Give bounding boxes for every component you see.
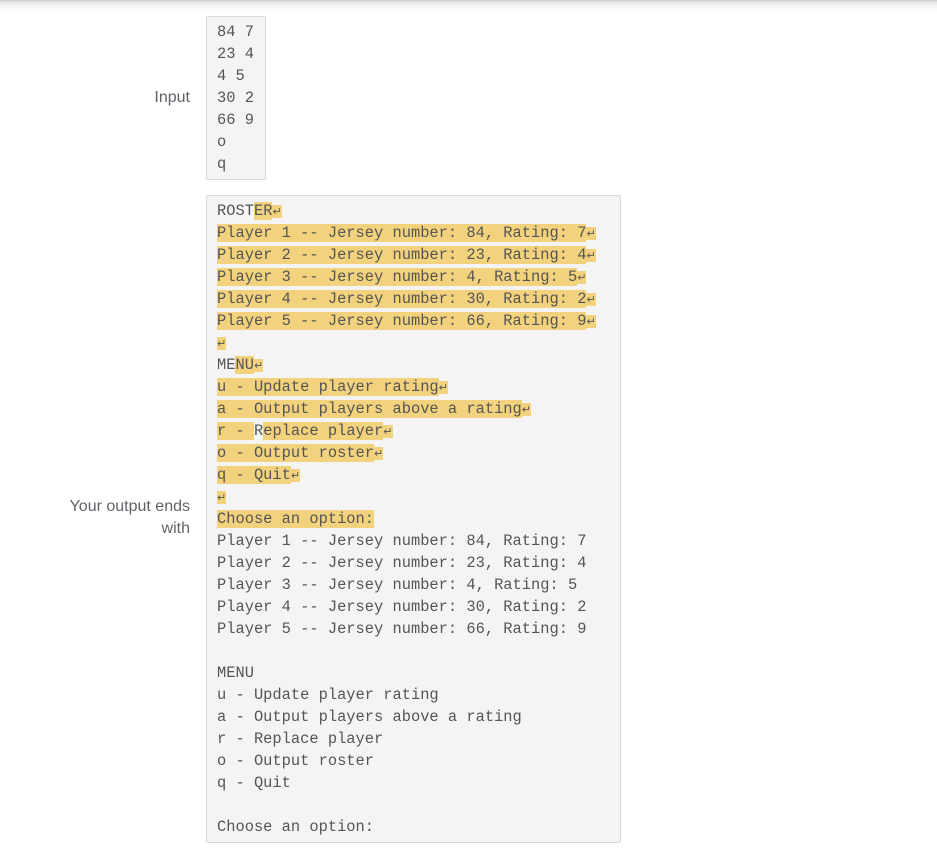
diff-segment-highlighted: NU: [235, 356, 254, 374]
diff-segment-highlighted: Player 2 -- Jersey number: 23, Rating: 4: [217, 246, 587, 264]
return-icon: ↵: [383, 425, 393, 438]
diff-line: Player 4 -- Jersey number: 30, Rating: 2…: [217, 288, 620, 310]
diff-line: Player 1 -- Jersey number: 84, Rating: 7…: [217, 222, 620, 244]
output-line: Player 2 -- Jersey number: 23, Rating: 4: [217, 554, 587, 572]
diff-line: Player 5 -- Jersey number: 66, Rating: 9…: [217, 310, 620, 332]
diff-line: ↵: [217, 332, 620, 354]
diff-segment-highlighted: u - Update player rating: [217, 378, 439, 396]
return-icon: ↵: [586, 293, 596, 306]
return-icon: ↵: [272, 205, 282, 218]
diff-line: MENU↵: [217, 354, 620, 376]
output-line: Player 5 -- Jersey number: 66, Rating: 9: [217, 620, 587, 638]
output-line: Player 1 -- Jersey number: 84, Rating: 7: [217, 532, 587, 550]
diff-segment-highlighted: Player 3 -- Jersey number: 4, Rating: 5: [217, 268, 578, 286]
diff-segment-highlighted: ER: [253, 202, 273, 220]
diff-segment-highlighted: r -: [217, 422, 254, 440]
diff-segment-highlighted: Choose an option:: [217, 510, 375, 528]
input-box: 84 7 23 4 4 5 30 2 66 9 oq: [206, 16, 266, 180]
diff-line: a - Output players above a rating↵: [217, 398, 620, 420]
return-icon: ↵: [290, 469, 301, 482]
output-line: Player 4 -- Jersey number: 30, Rating: 2: [217, 598, 587, 616]
diff-segment-highlighted: Player 4 -- Jersey number: 30, Rating: 2: [217, 290, 587, 308]
return-icon: ↵: [521, 403, 532, 416]
return-icon: ↵: [253, 359, 264, 372]
diff-line: Player 2 -- Jersey number: 23, Rating: 4…: [217, 244, 620, 266]
return-icon: ↵: [577, 271, 587, 284]
return-icon: ↵: [217, 491, 227, 504]
diff-segment-highlighted: Player 1 -- Jersey number: 84, Rating: 7: [217, 224, 587, 242]
return-icon: ↵: [586, 315, 596, 328]
diff-line: o - Output roster↵: [217, 442, 620, 464]
diff-line: Player 3 -- Jersey number: 4, Rating: 5↵: [217, 266, 620, 288]
diff-segment-highlighted: o - Output roster: [217, 444, 375, 462]
output-box: ROSTER↵ Player 1 -- Jersey number: 84, Ra…: [206, 195, 621, 843]
diff-line: Choose an option:: [217, 508, 620, 530]
diff-line: r - Replace player↵: [217, 420, 620, 442]
diff-line: ROSTER↵: [217, 200, 620, 222]
return-icon: ↵: [586, 227, 596, 240]
diff-segment-highlighted: eplace player: [263, 422, 384, 440]
input-line: q: [217, 155, 227, 173]
top-shadow: [0, 0, 937, 14]
output-label: Your output ends with: [69, 498, 190, 537]
diff-segment: ME: [217, 356, 236, 374]
output-line: o - Output roster: [217, 752, 375, 770]
diff-line: u - Update player rating↵: [217, 376, 620, 398]
output-line: r - Replace player: [217, 730, 384, 748]
diff-line: q - Quit↵: [217, 464, 620, 486]
input-line: 4 5: [217, 67, 245, 85]
input-line: 66 9: [217, 111, 254, 129]
input-line: 23 4: [217, 45, 254, 63]
input-line: o: [217, 133, 227, 151]
input-label: Input: [154, 89, 190, 106]
diff-segment-highlighted: a - Output players above a rating: [217, 400, 522, 418]
output-line: MENU: [217, 664, 254, 682]
return-icon: ↵: [438, 381, 448, 394]
return-icon: ↵: [586, 249, 596, 262]
output-line: Choose an option:: [217, 818, 375, 836]
output-line: u - Update player rating: [217, 686, 439, 704]
input-line: 30 2: [217, 89, 254, 107]
return-icon: ↵: [374, 447, 384, 460]
return-icon: ↵: [217, 337, 227, 350]
output-line: a - Output players above a rating: [217, 708, 522, 726]
output-line: Player 3 -- Jersey number: 4, Rating: 5: [217, 576, 578, 594]
diff-segment-highlighted: q - Quit: [217, 466, 291, 484]
diff-line: ↵: [217, 486, 620, 508]
diff-segment-highlighted: Player 5 -- Jersey number: 66, Rating: 9: [217, 312, 587, 330]
output-line: q - Quit: [217, 774, 291, 792]
diff-segment: ROST: [217, 202, 254, 220]
input-line: 84 7: [217, 23, 254, 41]
diff-segment: R: [253, 422, 264, 440]
